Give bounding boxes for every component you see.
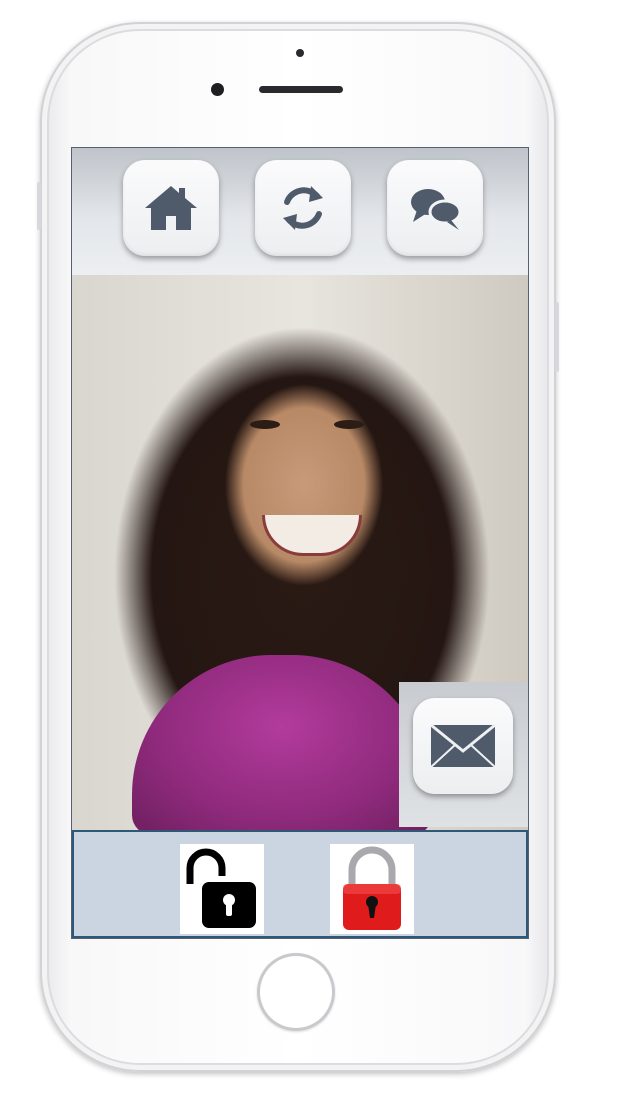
photo-scarf: [132, 655, 432, 835]
volume-button: [37, 182, 41, 230]
photo-eye-left: [250, 420, 280, 429]
house-icon: [145, 186, 197, 230]
chat-bubbles-icon: [411, 189, 462, 230]
refresh-arrows-icon: [283, 186, 323, 230]
photo-smile: [262, 515, 362, 556]
locked-padlock-icon: [343, 846, 401, 930]
lock-button[interactable]: [330, 844, 414, 934]
chat-button[interactable]: [387, 160, 483, 256]
message-panel: [399, 682, 528, 827]
home-button[interactable]: [123, 160, 219, 256]
refresh-button[interactable]: [255, 160, 351, 256]
unlock-button[interactable]: [180, 844, 264, 934]
envelope-icon: [430, 723, 496, 768]
camera-dot-icon: [296, 49, 304, 57]
unlocked-padlock-icon: [186, 848, 256, 928]
photo-eye-right: [334, 420, 364, 429]
power-button: [555, 302, 559, 372]
app-screen: [71, 147, 529, 939]
home-button-icon[interactable]: [257, 953, 335, 1031]
message-button[interactable]: [413, 698, 513, 794]
lock-bar: [72, 830, 528, 938]
top-toolbar: [72, 148, 528, 275]
speaker-grille-icon: [259, 86, 343, 93]
sensor-dot-icon: [211, 83, 224, 96]
